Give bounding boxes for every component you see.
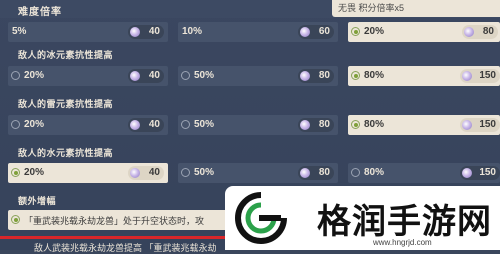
option-percent: 20%	[24, 119, 45, 130]
points-value: 60	[318, 26, 330, 37]
radio-selected	[351, 71, 360, 80]
option-percent: 80%	[364, 70, 385, 81]
option-percent: 5%	[12, 26, 27, 37]
option-percent: 50%	[194, 70, 215, 81]
points-badge: 80	[462, 25, 498, 39]
radio	[351, 168, 360, 177]
option-percent: 10%	[182, 26, 203, 37]
section-title-extra: 额外增幅	[18, 196, 57, 206]
gem-icon	[464, 27, 474, 37]
points-badge: 40	[128, 69, 164, 83]
radio-selected	[351, 27, 360, 36]
gem-icon	[300, 168, 310, 178]
option-percent: 20%	[364, 26, 385, 37]
option-ice-20[interactable]: 20% 40	[8, 66, 168, 86]
option-ice-80[interactable]: 80% 150	[348, 66, 500, 86]
radio	[181, 120, 190, 129]
option-percent: 20%	[24, 167, 45, 178]
gem-icon	[462, 71, 472, 81]
option-electro-80[interactable]: 80% 150	[348, 115, 500, 135]
points-value: 40	[148, 119, 160, 130]
difficulty-header: 难度倍率 无畏 积分倍率x5	[0, 0, 500, 18]
gem-icon	[130, 27, 140, 37]
radio	[181, 168, 190, 177]
points-badge: 40	[128, 118, 164, 132]
points-badge: 150	[460, 166, 500, 180]
points-value: 80	[482, 26, 494, 37]
option-top-2[interactable]: 10% 60	[178, 22, 338, 42]
radio	[11, 120, 20, 129]
gem-icon	[130, 71, 140, 81]
points-value: 40	[148, 26, 160, 37]
gem-icon	[462, 120, 472, 130]
points-value: 80	[318, 119, 330, 130]
gem-icon	[300, 120, 310, 130]
option-top-3[interactable]: 20% 80	[348, 22, 500, 42]
points-value: 150	[479, 119, 496, 130]
option-electro-50[interactable]: 50% 80	[178, 115, 338, 135]
option-percent: 20%	[24, 70, 45, 81]
gem-icon	[130, 120, 140, 130]
points-badge: 80	[298, 118, 334, 132]
option-hydro-50[interactable]: 50% 80	[178, 163, 338, 183]
points-badge: 40	[128, 166, 164, 180]
radio	[11, 71, 20, 80]
option-percent: 50%	[194, 119, 215, 130]
option-percent: 80%	[364, 167, 385, 178]
gem-icon	[130, 168, 140, 178]
points-value: 80	[318, 70, 330, 81]
watermark-logo-icon	[235, 192, 287, 244]
points-value: 40	[148, 167, 160, 178]
section-title-electro: 敌人的雷元素抗性提高	[18, 99, 114, 109]
points-value: 150	[479, 70, 496, 81]
points-value: 150	[479, 167, 496, 178]
option-percent: 80%	[364, 119, 385, 130]
extra-cut-text: 敌人武装兆载永劫龙兽提高 「重武装兆载永劫	[34, 243, 217, 253]
gem-icon	[300, 71, 310, 81]
extra-option-text: 「重武装兆载永劫龙兽」处于升空状态时，攻	[24, 216, 205, 226]
watermark-url: www.hngrjd.com	[373, 238, 432, 247]
option-percent: 50%	[194, 167, 215, 178]
section-title-hydro: 敌人的水元素抗性提高	[18, 148, 114, 158]
points-badge: 150	[460, 69, 500, 83]
points-badge: 80	[298, 166, 334, 180]
section-title-ice: 敌人的冰元素抗性提高	[18, 50, 114, 60]
option-hydro-20[interactable]: 20% 40	[8, 163, 168, 183]
points-badge: 40	[128, 25, 164, 39]
radio-selected	[11, 168, 20, 177]
difficulty-summary: 无畏 积分倍率x5	[332, 0, 500, 17]
points-value: 40	[148, 70, 160, 81]
option-top-1[interactable]: 5% 40	[8, 22, 168, 42]
option-hydro-80[interactable]: 80% 150	[348, 163, 500, 183]
option-ice-50[interactable]: 50% 80	[178, 66, 338, 86]
radio-selected	[11, 215, 20, 224]
radio	[181, 71, 190, 80]
watermark-banner: 格润手游网 www.hngrjd.com	[225, 186, 500, 250]
points-badge: 80	[298, 69, 334, 83]
points-badge: 150	[460, 118, 500, 132]
watermark-name: 格润手游网	[317, 202, 492, 242]
gem-icon	[462, 168, 472, 178]
points-badge: 60	[298, 25, 334, 39]
points-value: 80	[318, 167, 330, 178]
option-electro-20[interactable]: 20% 40	[8, 115, 168, 135]
difficulty-title: 难度倍率	[18, 7, 62, 18]
radio-selected	[351, 120, 360, 129]
gem-icon	[300, 27, 310, 37]
